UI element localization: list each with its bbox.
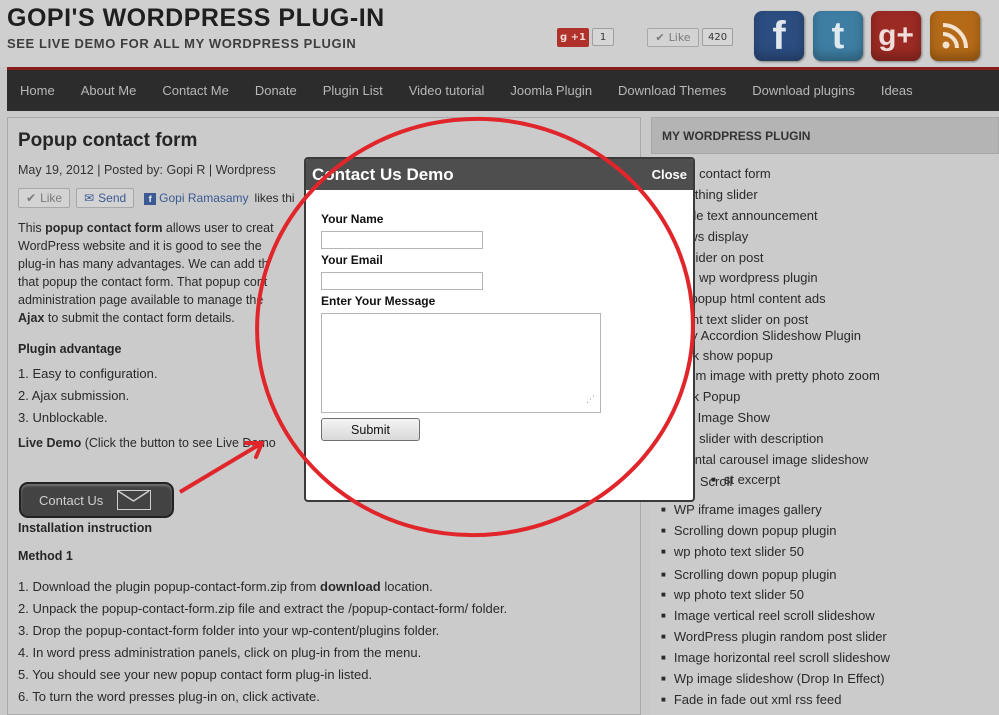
nav-item-plugin-list[interactable]: Plugin List bbox=[310, 83, 396, 98]
message-textarea[interactable] bbox=[321, 313, 601, 413]
intro-bold-text: popup contact form bbox=[45, 221, 163, 235]
site-subtitle: SEE LIVE DEMO FOR ALL MY WORDPRESS PLUGI… bbox=[7, 36, 357, 51]
sidebar-item[interactable]: Fade in fade out xml rss feed bbox=[661, 692, 842, 707]
nav-item-video-tutorial[interactable]: Video tutorial bbox=[396, 83, 498, 98]
intro-text: WordPress website and it is good to see … bbox=[18, 239, 262, 253]
submit-button[interactable]: Submit bbox=[321, 418, 420, 441]
sidebar-item[interactable]: Wp image slideshow (Drop In Effect) bbox=[661, 671, 885, 686]
sidebar-item[interactable]: WordPress plugin random post slider bbox=[661, 629, 887, 644]
sidebar-item[interactable]: Scrolling down popup plugin bbox=[661, 523, 837, 538]
nav-item-contact-me[interactable]: Contact Me bbox=[149, 83, 241, 98]
envelope-icon bbox=[117, 490, 152, 510]
rss-icon[interactable] bbox=[930, 11, 980, 61]
post-like-label: Like bbox=[40, 191, 63, 205]
name-input[interactable] bbox=[321, 231, 483, 249]
fb-likes-text: likes thi bbox=[254, 191, 295, 205]
gplus-widget: g +1 1 bbox=[557, 27, 614, 47]
sidebar-item[interactable]: Image vertical reel scroll slideshow bbox=[661, 608, 875, 623]
thumbs-up-icon: ✔ bbox=[655, 30, 665, 44]
popup-close-button[interactable]: Close bbox=[652, 167, 687, 182]
post-title[interactable]: Popup contact form bbox=[18, 130, 630, 152]
install-heading: Installation instruction bbox=[18, 521, 153, 535]
sidebar-title: MY WORDPRESS PLUGIN bbox=[651, 117, 999, 154]
gplus-count: 1 bbox=[592, 28, 614, 46]
facebook-icon[interactable]: f bbox=[754, 11, 804, 61]
sidebar-item[interactable]: Image horizontal reel scroll slideshow bbox=[661, 650, 890, 665]
email-label: Your Email bbox=[321, 253, 383, 267]
step-text: 1. Download the plugin popup-contact-for… bbox=[18, 579, 321, 594]
fb-user-name: Gopi Ramasamy bbox=[159, 191, 249, 205]
nav-item-ideas[interactable]: Ideas bbox=[868, 83, 926, 98]
gplus-label: +1 bbox=[570, 31, 586, 43]
live-demo-rest: (Click the button to see Live Demo bbox=[81, 436, 276, 450]
nav-item-about-me[interactable]: About Me bbox=[68, 83, 150, 98]
contact-us-button[interactable]: Contact Us bbox=[19, 482, 174, 518]
intro-text: allows user to creat bbox=[162, 221, 274, 235]
gplus-icon: g bbox=[560, 31, 568, 43]
message-label: Enter Your Message bbox=[321, 294, 436, 308]
step-text: location. bbox=[380, 579, 433, 594]
thumbs-up-icon: ✔ bbox=[26, 191, 37, 205]
download-link[interactable]: download bbox=[320, 579, 381, 594]
sidebar-item[interactable]: WP iframe images gallery bbox=[661, 502, 822, 517]
resize-grip-icon[interactable]: ⋰ bbox=[586, 395, 595, 405]
list-item: 1. Download the plugin popup-contact-for… bbox=[18, 576, 507, 598]
sidebar-item[interactable]: wp photo text slider 50 bbox=[661, 587, 804, 602]
method-heading: Method 1 bbox=[18, 549, 73, 563]
main-nav: Home About Me Contact Me Donate Plugin L… bbox=[7, 67, 999, 111]
live-demo-bold: Live Demo bbox=[18, 436, 82, 450]
intro-bold-text: Ajax bbox=[18, 311, 45, 325]
site-header: GOPI'S WORDPRESS PLUG-IN SEE LIVE DEMO F… bbox=[0, 0, 999, 67]
rss-glyph bbox=[942, 23, 968, 49]
intro-text: plug-in has many advantages. We can add … bbox=[18, 257, 269, 271]
like-button[interactable]: ✔ Like bbox=[647, 27, 699, 47]
list-item: 2. Unpack the popup-contact-form.zip fil… bbox=[18, 601, 508, 616]
sidebar-item[interactable]: Scrolling down popup plugin bbox=[661, 567, 837, 582]
facebook-small-icon: f bbox=[144, 193, 157, 205]
intro-text: This bbox=[18, 221, 46, 235]
list-item: 4. In word press administration panels, … bbox=[18, 645, 422, 660]
send-icon: ✉ bbox=[84, 191, 95, 205]
post-like-button[interactable]: ✔ Like bbox=[18, 188, 71, 208]
intro-text: administration page available to manage … bbox=[18, 293, 264, 307]
sidebar-item[interactable]: wp photo text slider 50 bbox=[661, 544, 804, 559]
list-item: 3. Drop the popup-contact-form folder in… bbox=[18, 623, 440, 638]
name-label: Your Name bbox=[321, 212, 384, 226]
intro-text: to submit the contact form details. bbox=[44, 311, 235, 325]
sidebar: MY WORDPRESS PLUGIN oup contact form any… bbox=[651, 117, 999, 715]
nav-item-download-themes[interactable]: Download Themes bbox=[605, 83, 739, 98]
list-item: 5. You should see your new popup contact… bbox=[18, 667, 373, 682]
googleplus-icon[interactable]: g+ bbox=[871, 11, 921, 61]
send-button[interactable]: ✉ Send bbox=[76, 188, 135, 208]
popup-header: Contact Us Demo Close bbox=[306, 159, 693, 190]
popup-title: Contact Us Demo bbox=[312, 164, 454, 184]
site-title[interactable]: GOPI'S WORDPRESS PLUG-IN bbox=[7, 4, 385, 33]
contact-popup-dialog: Contact Us Demo Close Your Name Your Ema… bbox=[304, 157, 695, 502]
list-item: 6. To turn the word presses plug-in on, … bbox=[18, 689, 320, 704]
fb-user-link[interactable]: f Gopi Ramasamy bbox=[144, 191, 249, 205]
email-input[interactable] bbox=[321, 272, 483, 290]
nav-item-donate[interactable]: Donate bbox=[242, 83, 310, 98]
like-count: 420 bbox=[702, 28, 734, 46]
like-label: Like bbox=[668, 30, 691, 44]
nav-item-home[interactable]: Home bbox=[7, 83, 68, 98]
contact-us-label: Contact Us bbox=[39, 492, 104, 508]
install-steps: 1. Download the plugin popup-contact-for… bbox=[18, 576, 507, 708]
intro-text: that popup the contact form. That popup … bbox=[18, 275, 268, 289]
twitter-icon[interactable]: t bbox=[813, 11, 863, 61]
send-label: Send bbox=[98, 191, 127, 205]
fb-like-widget: ✔ Like 420 bbox=[647, 27, 734, 47]
nav-item-joomla-plugin[interactable]: Joomla Plugin bbox=[497, 83, 605, 98]
gplus-button[interactable]: g +1 bbox=[557, 27, 589, 47]
nav-item-download-plugins[interactable]: Download plugins bbox=[739, 83, 868, 98]
